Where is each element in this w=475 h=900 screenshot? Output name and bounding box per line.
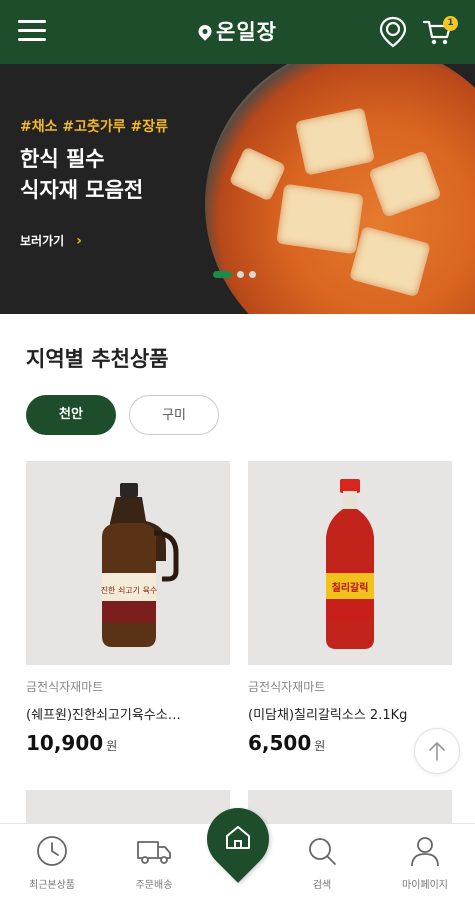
product-card[interactable]: 칠리갈릭 금전식자재마트 (미담채)칠리갈릭소스 2.1Kg 6,500 원: [248, 461, 452, 755]
product-store: 금전식자재마트: [248, 680, 326, 694]
banner-title: 한식 필수 식자재 모음전: [20, 144, 143, 206]
app-header: 온일장 1: [0, 0, 475, 64]
banner-dot[interactable]: [249, 271, 256, 278]
cart-button[interactable]: 1: [422, 16, 458, 48]
nav-my-page[interactable]: 마이페이지: [385, 834, 465, 891]
product-image[interactable]: 진한 쇠고기 육수: [26, 461, 230, 665]
chevron-right-icon: ›: [76, 232, 82, 249]
home-icon: [226, 826, 250, 849]
banner-see-more-link[interactable]: 보러가기 ›: [20, 232, 82, 249]
arrow-up-icon: [429, 742, 445, 761]
sauce-bottle-image: 칠리갈릭: [326, 479, 374, 649]
section-title: 지역별 추천상품: [26, 347, 169, 371]
nav-label: 최근본상품: [29, 880, 75, 891]
price-unit: 원: [314, 739, 326, 753]
product-name[interactable]: (미담채)칠리갈릭소스 2.1Kg: [248, 704, 452, 723]
location-pin-icon: [379, 16, 407, 48]
bottle-label-text: 진한 쇠고기 육수: [101, 585, 158, 595]
cart-count-badge: 1: [443, 16, 458, 31]
product-price: 10,900 원: [26, 731, 230, 755]
product-image[interactable]: 칠리갈릭: [248, 461, 452, 665]
nav-recent-items[interactable]: 최근본상품: [12, 834, 92, 891]
app-logo[interactable]: 온일장: [195, 16, 277, 46]
nav-order-delivery[interactable]: 주문배송: [114, 834, 194, 891]
banner-tags: #채소 #고춧가루 #장류: [20, 119, 168, 135]
nav-label: 마이페이지: [402, 880, 448, 891]
location-button[interactable]: [378, 16, 408, 48]
person-icon: [411, 837, 439, 867]
search-icon: [309, 838, 336, 865]
menu-icon[interactable]: [18, 20, 46, 44]
logo-pin-icon: [195, 21, 214, 41]
nav-label: 검색: [312, 880, 332, 891]
nav-search[interactable]: 검색: [282, 834, 362, 891]
banner-title-line2: 식자재 모음전: [20, 178, 144, 202]
promo-banner[interactable]: #채소 #고춧가루 #장류 한식 필수 식자재 모음전 보러가기 ›: [0, 64, 475, 314]
region-chip-gumi[interactable]: 구미: [129, 395, 219, 435]
banner-dot[interactable]: [213, 271, 232, 278]
product-name[interactable]: (쉐프원)진한쇠고기육수소…: [26, 704, 230, 723]
product-store: 금전식자재마트: [26, 680, 104, 694]
bottle-label-text: 칠리갈릭: [332, 581, 369, 594]
banner-title-line1: 한식 필수: [20, 147, 105, 171]
banner-pagination: [213, 271, 256, 278]
truck-icon: [137, 841, 171, 864]
logo-text: 온일장: [216, 20, 277, 44]
region-chip-cheonan[interactable]: 천안: [26, 395, 116, 435]
price-value: 6,500: [248, 731, 312, 755]
sauce-bottle-image: 진한 쇠고기 육수: [101, 483, 179, 647]
banner-link-label: 보러가기: [20, 234, 65, 248]
product-card[interactable]: 진한 쇠고기 육수 금전식자재마트 (쉐프원)진한쇠고기육수소… 10,900 …: [26, 461, 230, 755]
price-unit: 원: [106, 739, 118, 753]
price-value: 10,900: [26, 731, 104, 755]
banner-dot[interactable]: [237, 271, 244, 278]
clock-icon: [37, 836, 67, 866]
scroll-top-button[interactable]: [414, 728, 460, 774]
nav-label: 주문배송: [135, 880, 173, 891]
